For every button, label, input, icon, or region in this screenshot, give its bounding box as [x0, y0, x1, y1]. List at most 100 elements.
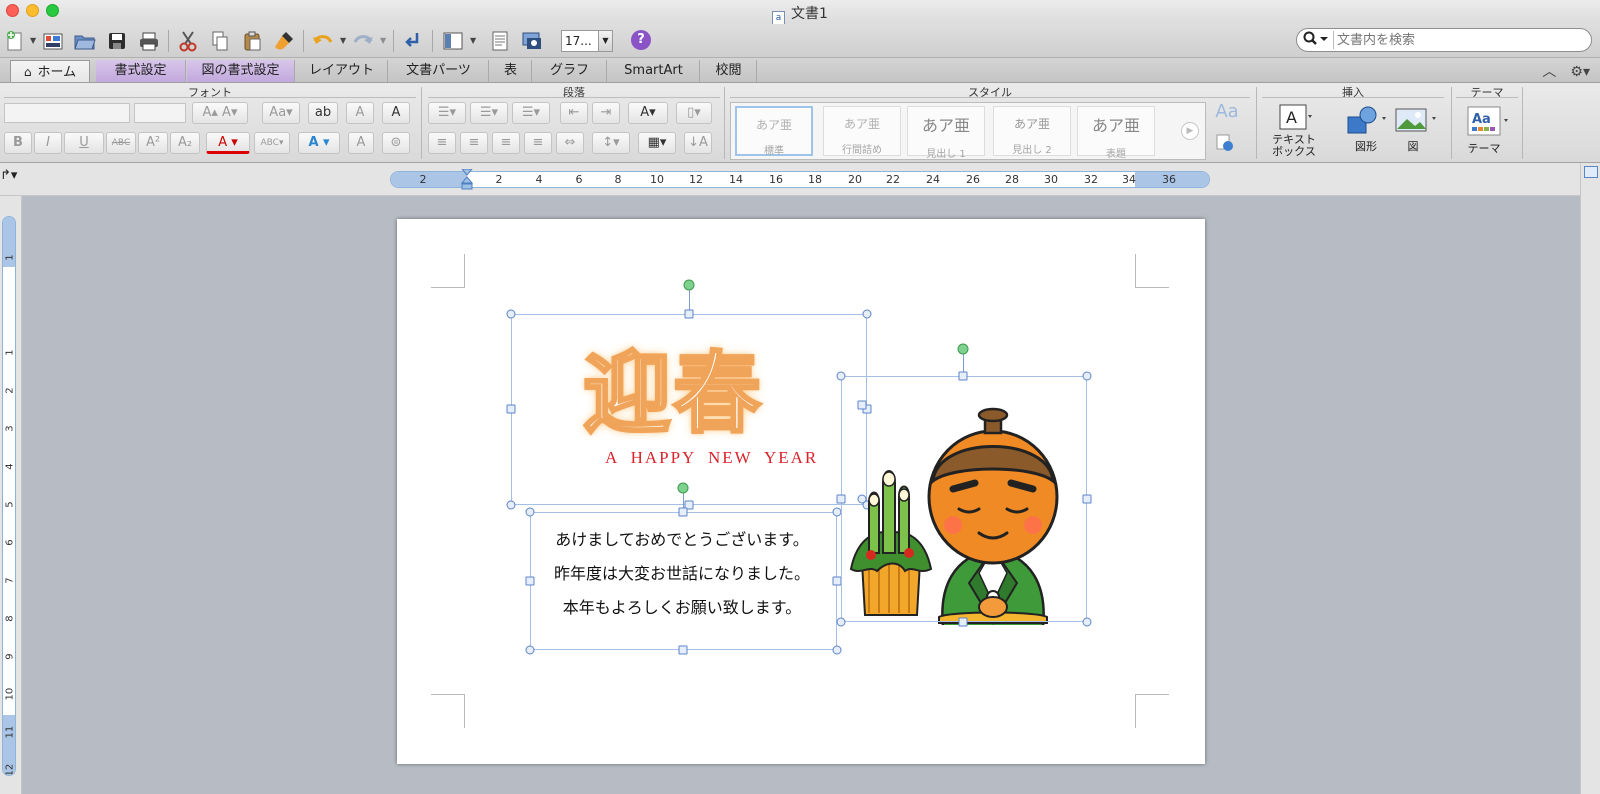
shape-icon[interactable] [1346, 105, 1386, 135]
illustration-frame[interactable] [841, 376, 1087, 622]
strikethrough-button[interactable]: ABC [106, 132, 136, 154]
new-dropdown-icon[interactable]: ▼ [30, 36, 36, 45]
style-normal[interactable]: あア亜 標準 [735, 106, 813, 157]
char-border-icon[interactable]: A [382, 102, 410, 124]
open-icon[interactable] [72, 28, 98, 54]
multilevel-icon[interactable]: ☰▾ [512, 102, 550, 124]
font-size-combo[interactable] [134, 103, 186, 123]
resize-handle[interactable] [857, 400, 867, 410]
tab-smartart[interactable]: SmartArt [608, 60, 700, 82]
media-browser-icon[interactable] [519, 28, 545, 54]
resize-handle[interactable] [832, 645, 842, 655]
resize-handle[interactable] [678, 645, 688, 655]
font-grow-shrink-button[interactable]: A▴ A▾ [192, 102, 248, 124]
tab-format[interactable]: 書式設定 [96, 60, 186, 82]
tab-chart[interactable]: グラフ [533, 60, 607, 82]
zoom-combo[interactable]: 17... ▼ [561, 30, 613, 52]
subscript-button[interactable]: A₂ [170, 132, 200, 154]
spelling-icon[interactable]: ab [308, 102, 338, 124]
style-heading2[interactable]: あア亜 見出し 2 [993, 106, 1071, 156]
change-case-button[interactable]: Aa▾ [262, 102, 300, 124]
phonetic-icon[interactable]: A [346, 102, 374, 124]
resize-handle[interactable] [862, 309, 872, 319]
bold-button[interactable]: B [4, 132, 32, 154]
tab-document-elements[interactable]: 文書パーツ [389, 60, 489, 82]
style-heading1[interactable]: あア亜 見出し 1 [907, 106, 985, 160]
scissors-icon[interactable] [175, 28, 201, 54]
style-title[interactable]: あア亜 表題 [1077, 106, 1155, 160]
theme-label[interactable]: テーマ [1466, 143, 1502, 155]
resize-handle[interactable] [857, 494, 867, 504]
view-toggle-icon[interactable] [1584, 166, 1598, 178]
resize-handle[interactable] [958, 371, 968, 381]
tab-layout[interactable]: レイアウト [296, 60, 388, 82]
redo-dropdown-icon[interactable]: ▼ [380, 36, 386, 45]
undo-icon[interactable] [310, 28, 336, 54]
copy-icon[interactable] [207, 28, 233, 54]
resize-handle[interactable] [506, 309, 516, 319]
paste-icon[interactable] [239, 28, 265, 54]
italic-button[interactable]: I [34, 132, 62, 154]
search-icon[interactable] [1303, 31, 1331, 51]
resize-handle[interactable] [525, 507, 535, 517]
rotate-handle[interactable] [957, 343, 969, 355]
enclose-char-icon[interactable]: ⊜ [382, 132, 410, 154]
tab-stop-selector-icon[interactable]: ↱▾ [0, 168, 18, 188]
resize-handle[interactable] [525, 645, 535, 655]
return-icon[interactable] [400, 28, 426, 54]
sidebar-icon[interactable] [440, 28, 466, 54]
borders-icon[interactable]: ▦▾ [638, 132, 676, 154]
highlight-button[interactable]: ABC▾ [254, 132, 290, 154]
resize-handle[interactable] [1082, 617, 1092, 627]
rotate-handle[interactable] [683, 279, 695, 291]
tab-picture-format[interactable]: 図の書式設定 [187, 60, 295, 82]
decrease-indent-icon[interactable]: ⇤ [560, 102, 588, 124]
columns-icon[interactable]: ▯▾ [676, 102, 712, 124]
resize-handle[interactable] [1082, 494, 1092, 504]
horizontal-ruler[interactable]: 2 2 4 6 8 10 12 14 16 18 20 22 24 26 28 30 32 34 36 [390, 168, 1210, 190]
line-spacing-icon[interactable]: ↕▾ [592, 132, 630, 154]
underline-button[interactable]: U [64, 132, 104, 154]
style-options-icon[interactable] [1212, 133, 1238, 155]
distribute-icon[interactable]: ⇔ [556, 132, 584, 154]
tab-table[interactable]: 表 [490, 60, 532, 82]
vertical-ruler[interactable]: 1 1 2 3 4 5 6 7 8 9 10 11 12 [2, 216, 16, 776]
shape-label[interactable]: 図形 [1348, 141, 1384, 153]
resize-handle[interactable] [836, 617, 846, 627]
gallery-next-icon[interactable]: ▶ [1181, 122, 1199, 140]
textbox-label[interactable]: テキスト ボックス [1268, 134, 1320, 158]
collapse-ribbon-icon[interactable]: ︿ [1542, 64, 1556, 80]
brush-icon[interactable] [271, 28, 297, 54]
rotate-handle[interactable] [677, 482, 689, 494]
increase-indent-icon[interactable]: ⇥ [592, 102, 620, 124]
resize-handle[interactable] [836, 371, 846, 381]
resize-handle[interactable] [678, 507, 688, 517]
save-icon[interactable] [104, 28, 130, 54]
theme-icon[interactable]: Aa [1466, 105, 1510, 137]
new-document-icon[interactable] [2, 28, 28, 54]
resize-handle[interactable] [506, 500, 516, 510]
font-color-button[interactable]: A ▾ [206, 132, 250, 154]
text-direction-icon[interactable]: A▾ [628, 102, 668, 124]
bullets-icon[interactable]: ☰▾ [428, 102, 466, 124]
sort-icon[interactable]: ↓A [684, 132, 712, 154]
numbering-icon[interactable]: ☰▾ [470, 102, 508, 124]
resize-handle[interactable] [836, 494, 846, 504]
style-pane-icon[interactable]: Aa [1210, 102, 1244, 124]
gear-icon[interactable]: ⚙▾ [1570, 64, 1590, 80]
tab-review[interactable]: 校閲 [701, 60, 757, 82]
align-center-icon[interactable]: ≡ [460, 132, 488, 154]
toolbox-icon[interactable] [487, 28, 513, 54]
search-field[interactable] [1296, 28, 1592, 52]
textbox-icon[interactable]: A [1278, 103, 1312, 133]
superscript-button[interactable]: A² [138, 132, 168, 154]
help-button[interactable]: ? [631, 30, 651, 50]
zoom-dropdown-icon[interactable]: ▼ [598, 31, 612, 51]
picture-icon[interactable] [1394, 105, 1438, 135]
tab-home[interactable]: ⌂ ホーム [10, 60, 90, 82]
undo-dropdown-icon[interactable]: ▼ [340, 36, 346, 45]
resize-handle[interactable] [1082, 371, 1092, 381]
resize-handle[interactable] [958, 617, 968, 627]
text-effects-button[interactable]: A ▾ [298, 132, 340, 154]
gallery-icon[interactable] [40, 28, 66, 54]
